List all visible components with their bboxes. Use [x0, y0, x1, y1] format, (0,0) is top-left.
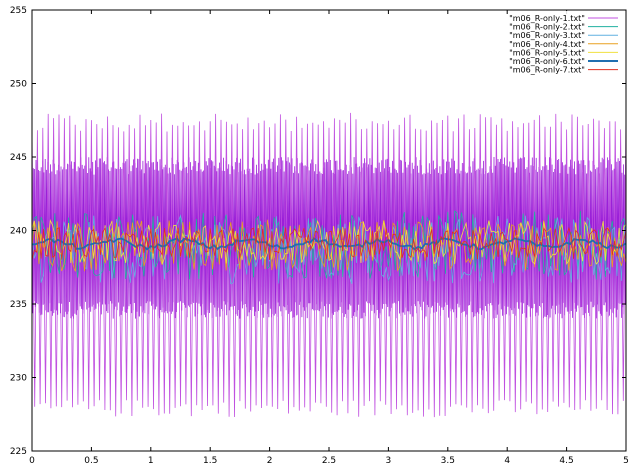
x-tick-label: 4.5	[559, 456, 573, 466]
x-tick-label: 0	[29, 456, 35, 466]
x-tick-label: 4	[504, 456, 510, 466]
y-tick-label: 250	[10, 80, 27, 90]
chart-container: 0 0.5 1 1.5 2 2.5 3 3.5 4 4.5 5 225 230 235 240 245 250…	[0, 0, 640, 469]
x-tick-label: 5	[623, 456, 629, 466]
x-tick-label: 3.5	[441, 456, 455, 466]
legend: "m06_R-only-1.txt""m06_R-only-2.txt""m06…	[509, 11, 622, 75]
y-tick-label: 245	[10, 153, 27, 163]
x-tick-label: 1.5	[203, 456, 217, 466]
y-tick-label: 255	[10, 6, 27, 16]
y-tick-label: 225	[10, 447, 27, 457]
y-tick-label: 235	[10, 300, 27, 310]
y-tick-label: 230	[10, 374, 27, 384]
x-tick-label: 0.5	[84, 456, 98, 466]
line-chart: 0 0.5 1 1.5 2 2.5 3 3.5 4 4.5 5 225 230 235 240 245 250…	[10, 6, 629, 466]
x-tick-label: 2	[267, 456, 273, 466]
x-tick-label: 2.5	[322, 456, 336, 466]
x-tick-label: 1	[148, 456, 154, 466]
legend-label-7: "m06_R-only-7.txt"	[509, 66, 585, 75]
plot-area	[31, 112, 627, 418]
y-tick-label: 240	[10, 227, 27, 237]
x-tick-label: 3	[386, 456, 392, 466]
